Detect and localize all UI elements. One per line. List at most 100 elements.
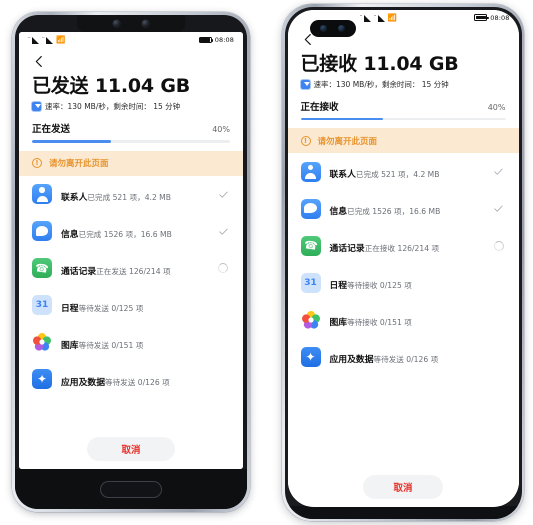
list-item-text: 图库等待接收 0/151 项 <box>330 310 483 329</box>
list-item-subtitle: 正在发送 126/214 项 <box>96 266 171 276</box>
title-block: 已接收 11.04 GB 速率：130 MB/秒，剩余时间： 15 分钟 <box>288 48 519 90</box>
list-item[interactable]: 31 日程等待发送 0/125 项 <box>32 287 230 324</box>
progress-bar <box>32 140 230 143</box>
bottom-action-bar: 取消 <box>19 433 243 469</box>
progress-header: 正在接收 40% <box>301 99 506 113</box>
list-item[interactable]: 联系人已完成 521 项，4.2 MB <box>32 176 230 213</box>
page-title: 已发送 11.04 GB <box>32 75 191 97</box>
home-button[interactable] <box>100 480 162 498</box>
list-item-text: 信息已完成 1526 项，16.6 MB <box>330 199 483 218</box>
list-item[interactable]: 联系人已完成 521 项，4.2 MB <box>300 153 506 190</box>
messages-icon <box>300 198 321 219</box>
speed-badge-icon <box>32 102 41 111</box>
progress-header: 正在发送 40% <box>32 121 230 135</box>
status-bar-left: ·· ·· 📶 <box>28 36 65 44</box>
page-title: 已接收 11.04 GB <box>300 52 459 75</box>
phone-screen-sender: ·· ·· 📶 08:08 已发送 11.04 GB 速率：130 MB/秒，剩… <box>19 32 243 469</box>
progress-bar-fill <box>32 140 112 143</box>
transfer-screen: ·· ·· 📶 08:08 <box>19 32 243 469</box>
cancel-button[interactable]: 取消 <box>87 437 175 461</box>
list-item-subtitle: 等待接收 0/151 项 <box>347 318 412 328</box>
list-item-subtitle: 等待发送 0/151 项 <box>78 340 144 350</box>
progress-bar <box>300 117 506 121</box>
depth-camera-icon <box>338 24 345 32</box>
warning-exclamation-icon: ! <box>300 135 311 146</box>
signal-bars-icon: ·· <box>28 36 39 44</box>
list-item[interactable]: ✦ 应用及数据等待发送 0/126 项 <box>300 338 506 375</box>
speed-row: 速率：130 MB/秒，剩余时间： 15 分钟 <box>300 79 506 90</box>
list-item-status <box>492 203 506 214</box>
progress-percent: 40% <box>212 125 230 134</box>
cancel-button[interactable]: 取消 <box>363 474 443 499</box>
gallery-icon <box>300 309 321 330</box>
loading-spinner-icon <box>493 240 504 251</box>
back-arrow-icon[interactable] <box>31 53 48 70</box>
progress-label: 正在发送 <box>32 124 71 135</box>
status-clock: 08:08 <box>214 36 234 44</box>
calllog-icon: ☎ <box>32 258 52 279</box>
list-item-text: 通话记录正在接收 126/214 项 <box>330 236 483 255</box>
transfer-screen: ·· ·· 📶 08:08 <box>287 9 519 507</box>
signal-bars-icon-2: ·· <box>42 36 53 44</box>
warning-banner: ! 请勿离开此页面 <box>19 150 243 176</box>
phone-chin <box>15 469 247 509</box>
list-item-title: 应用及数据 <box>61 377 105 388</box>
gallery-flower-glyph <box>301 310 320 329</box>
list-item-status <box>492 240 506 251</box>
progress-block: 正在接收 40% <box>288 99 519 121</box>
phone-mockup-sender: ·· ·· 📶 08:08 已发送 11.04 GB 速率：130 MB/秒，剩… <box>12 12 250 512</box>
list-item-title: 日程 <box>329 281 348 292</box>
list-item[interactable]: 图库等待接收 0/151 项 <box>300 301 506 338</box>
list-item[interactable]: 信息已完成 1526 项，16.6 MB <box>32 213 230 250</box>
list-item-subtitle: 已完成 521 项，4.2 MB <box>355 170 440 180</box>
warning-text: 请勿离开此页面 <box>49 159 109 170</box>
check-icon <box>218 228 228 235</box>
list-item-status <box>216 226 230 237</box>
list-item-title: 图库 <box>61 340 79 351</box>
list-item[interactable]: ☎ 通话记录正在发送 126/214 项 <box>32 250 230 287</box>
list-item-text: 应用及数据等待发送 0/126 项 <box>330 347 483 366</box>
list-item-title: 通话记录 <box>61 266 97 277</box>
list-item[interactable]: 31 日程等待接收 0/125 项 <box>300 264 506 301</box>
phone-mockup-receiver: ·· ·· 📶 08:08 已接收 11.04 GB 速率：130 MB/秒，剩… <box>282 4 524 521</box>
battery-full-icon <box>474 14 489 21</box>
puzzle-glyph: ✦ <box>36 372 48 387</box>
list-item-subtitle: 已完成 1526 项，16.6 MB <box>78 229 172 239</box>
list-item[interactable]: 信息已完成 1526 项，16.6 MB <box>300 190 506 227</box>
earpiece-sensor-icon <box>113 20 120 27</box>
list-item-subtitle: 正在接收 126/214 项 <box>364 244 440 254</box>
list-item-title: 信息 <box>61 229 79 240</box>
battery-full-icon <box>198 36 214 44</box>
list-item-status <box>216 263 230 274</box>
list-item-title: 应用及数据 <box>329 355 374 366</box>
list-item-text: 联系人已完成 521 项，4.2 MB <box>61 185 207 204</box>
wifi-icon: 📶 <box>56 35 66 44</box>
warning-exclamation-icon: ! <box>32 158 42 169</box>
list-item-text: 通话记录正在发送 126/214 项 <box>61 259 207 278</box>
loading-spinner-icon <box>218 263 228 274</box>
apps-data-icon: ✦ <box>300 346 321 367</box>
phone-bezel: ·· ·· 📶 08:08 <box>284 6 522 519</box>
warning-text: 请勿离开此页面 <box>317 136 378 147</box>
list-item-text: 应用及数据等待发送 0/126 项 <box>61 370 207 389</box>
status-bar: ·· ·· 📶 08:08 <box>19 32 243 48</box>
progress-label: 正在接收 <box>300 101 339 113</box>
phone-handset-glyph: ☎ <box>34 260 50 276</box>
list-item-text: 信息已完成 1526 项，16.6 MB <box>61 222 207 241</box>
list-item-text: 日程等待接收 0/125 项 <box>330 273 483 292</box>
calendar-day-number: 31 <box>35 300 49 311</box>
status-bar-left: ·· ·· 📶 <box>360 13 397 22</box>
list-item-title: 联系人 <box>329 170 356 181</box>
list-item-subtitle: 等待发送 0/126 项 <box>105 377 170 387</box>
list-item[interactable]: ☎ 通话记录正在接收 126/214 项 <box>300 227 506 264</box>
list-item-status <box>492 166 506 177</box>
list-item[interactable]: 图库等待发送 0/151 项 <box>32 324 230 361</box>
list-item[interactable]: ✦ 应用及数据等待发送 0/126 项 <box>32 361 230 398</box>
transfer-item-list: 联系人已完成 521 项，4.2 MB 信息已完成 1526 项，16.6 MB ☎… <box>288 153 519 470</box>
check-icon <box>218 191 228 198</box>
status-clock: 08:08 <box>490 13 510 22</box>
list-item-text: 日程等待发送 0/125 项 <box>61 296 207 315</box>
phone-handset-glyph: ☎ <box>302 238 319 253</box>
calllog-icon: ☎ <box>300 235 321 256</box>
progress-block: 正在发送 40% <box>19 121 243 143</box>
